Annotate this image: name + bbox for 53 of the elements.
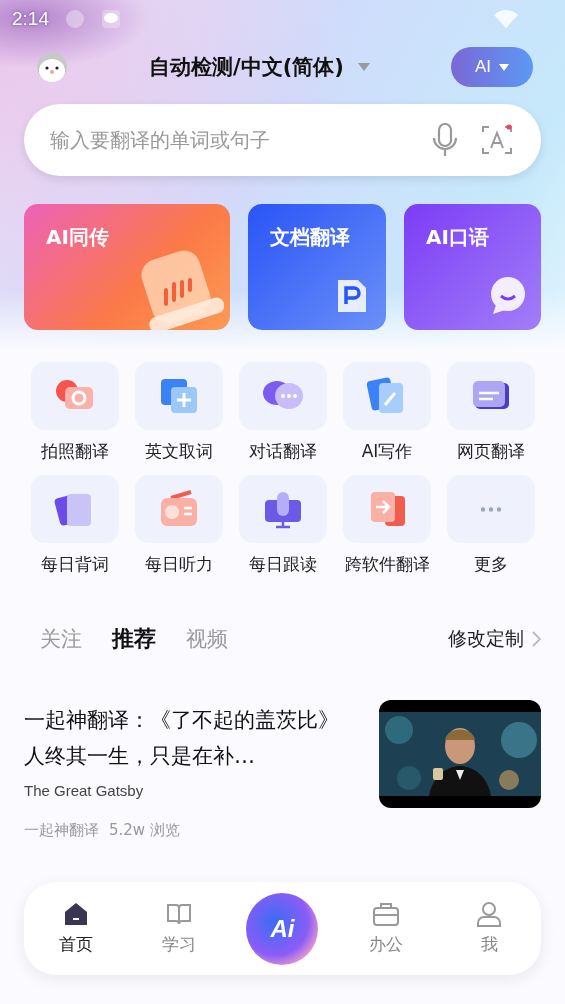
chat-icon	[101, 9, 121, 29]
feature-card[interactable]: AI口语	[404, 204, 541, 330]
tool-label: 对话翻译	[249, 440, 317, 463]
caret-icon	[499, 63, 510, 71]
person-icon	[476, 901, 503, 927]
tool-label: 更多	[474, 553, 508, 576]
feed-tab[interactable]: 推荐	[112, 624, 156, 654]
status-time: 2:14	[12, 8, 49, 30]
caret-icon	[357, 63, 370, 71]
tool-tile[interactable]	[343, 475, 431, 543]
ai-assistant-button[interactable]: Ai	[246, 892, 319, 965]
tool-label: 跨软件翻译	[344, 553, 430, 576]
nav-tab[interactable]: 我	[437, 901, 541, 956]
tool-label: AI写作	[361, 440, 413, 463]
tool-label: 网页翻译	[457, 440, 525, 463]
feature-card[interactable]: 文档翻译	[248, 204, 386, 330]
language-selector[interactable]: 自动检测/中文(简体)	[149, 53, 370, 81]
notification-dot-icon	[65, 9, 85, 29]
tool-tile[interactable]	[135, 475, 223, 543]
tool-label: 英文取词	[145, 440, 213, 463]
tool-tile[interactable]	[31, 362, 119, 430]
tool-label: 每日背词	[41, 553, 109, 576]
more-icon	[479, 505, 503, 513]
customize-link[interactable]: 修改定制	[448, 626, 541, 652]
avatar-icon[interactable]	[36, 51, 68, 83]
feed-tab[interactable]: 视频	[186, 625, 228, 653]
tool-label: 每日听力	[145, 553, 213, 576]
search-bar[interactable]: 输入要翻译的单词或句子	[24, 104, 541, 176]
chevron-right-icon	[532, 631, 541, 647]
article-subtitle: The Great Gatsby	[24, 782, 145, 799]
article-source: 一起神翻译	[24, 821, 99, 840]
tool-label: 拍照翻译	[41, 440, 109, 463]
tool-tile[interactable]	[239, 475, 327, 543]
tool-tile[interactable]	[31, 475, 119, 543]
home-icon	[62, 901, 89, 927]
article-title[interactable]: 一起神翻译：《了不起的盖茨比》人终其一生，只是在补…	[24, 702, 359, 774]
tool-tile[interactable]	[447, 362, 535, 430]
tool-tile[interactable]	[135, 362, 223, 430]
nav-tab[interactable]: 学习	[127, 901, 231, 956]
tool-tile[interactable]	[447, 475, 535, 543]
article-views: 5.2w 浏览	[109, 821, 180, 840]
tool-tile[interactable]	[343, 362, 431, 430]
search-field[interactable]: 输入要翻译的单词或句子	[48, 127, 409, 153]
feed-tab[interactable]: 关注	[40, 625, 82, 653]
ai-mode-button[interactable]: AI	[451, 47, 533, 87]
scan-text-icon[interactable]	[481, 124, 513, 156]
tool-tile[interactable]	[239, 362, 327, 430]
feature-card[interactable]: AI同传	[24, 204, 230, 330]
wifi-icon	[493, 9, 519, 29]
briefcase-icon	[371, 901, 400, 927]
tool-label: 每日跟读	[249, 553, 317, 576]
nav-tab[interactable]: 办公	[334, 901, 438, 956]
nav-tab[interactable]: 首页	[24, 901, 128, 956]
